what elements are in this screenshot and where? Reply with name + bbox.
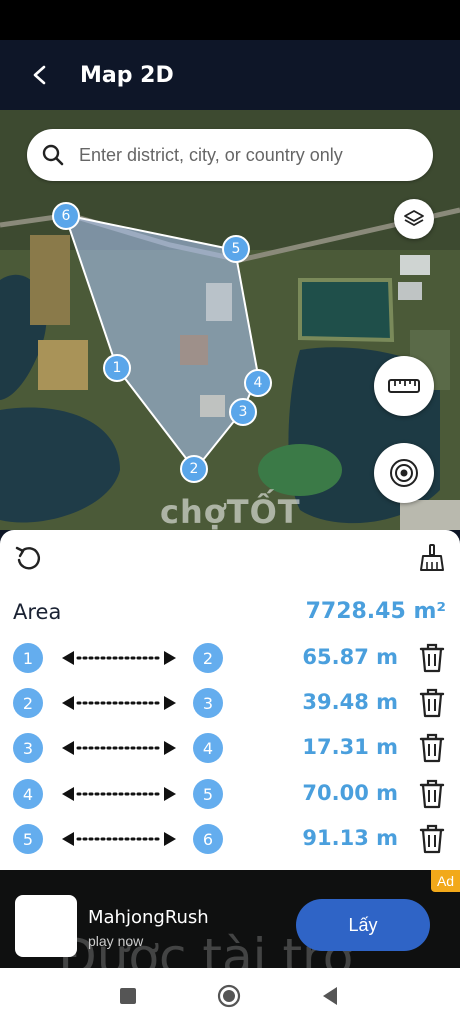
recents-button[interactable] xyxy=(114,982,142,1010)
double-arrow-icon xyxy=(62,651,176,665)
segment-distance: 65.87 m xyxy=(302,645,398,669)
vertex-label: 2 xyxy=(189,461,199,477)
layers-button[interactable] xyxy=(394,199,434,239)
vertex-label: 5 xyxy=(231,241,241,257)
app-bar: Map 2D xyxy=(0,40,460,110)
target-icon xyxy=(390,459,418,487)
segment-end-point: 4 xyxy=(193,733,223,763)
segment-start-point: 3 xyxy=(13,733,43,763)
trash-icon[interactable] xyxy=(418,732,446,764)
segment-distance: 70.00 m xyxy=(302,781,398,805)
segment-end-point: 6 xyxy=(193,824,223,854)
triangle-back-icon xyxy=(323,987,337,1005)
status-bar xyxy=(0,0,460,40)
ad-subtitle: play now xyxy=(88,933,144,949)
measure-panel: Area 7728.45 m² 1 2 65.87 m 2 3 39.48 m … xyxy=(0,530,460,870)
vertex-label: 3 xyxy=(238,404,248,420)
segment-row: 2 3 39.48 m xyxy=(0,685,460,721)
my-location-button[interactable] xyxy=(374,443,434,503)
map-vertex-4[interactable]: 4 xyxy=(244,369,272,397)
vertex-label: 6 xyxy=(61,208,71,224)
ad-app-icon[interactable] xyxy=(15,895,77,957)
segment-distance: 39.48 m xyxy=(302,690,398,714)
double-arrow-icon xyxy=(62,787,176,801)
back-button[interactable] xyxy=(0,40,80,110)
ad-install-button[interactable]: Lấy xyxy=(296,899,430,951)
segment-end-point: 2 xyxy=(193,643,223,673)
segment-end-point: 5 xyxy=(193,779,223,809)
segment-row: 1 2 65.87 m xyxy=(0,640,460,676)
search-input[interactable] xyxy=(79,144,399,166)
map-view[interactable]: 6 5 1 4 3 2 chợTỐT xyxy=(0,110,460,530)
system-nav-bar xyxy=(0,968,460,1024)
segment-start-point: 4 xyxy=(13,779,43,809)
double-arrow-icon xyxy=(62,832,176,846)
segment-distance: 91.13 m xyxy=(302,826,398,850)
map-vertex-5[interactable]: 5 xyxy=(222,235,250,263)
measure-button[interactable] xyxy=(374,356,434,416)
segment-start-point: 1 xyxy=(13,643,43,673)
ad-badge: Ad xyxy=(431,870,460,892)
search-icon xyxy=(42,144,64,166)
double-arrow-icon xyxy=(62,696,176,710)
search-bar xyxy=(27,129,433,181)
trash-icon[interactable] xyxy=(418,687,446,719)
square-icon xyxy=(120,988,136,1004)
circle-icon xyxy=(217,984,241,1008)
segment-start-point: 5 xyxy=(13,824,43,854)
ruler-icon xyxy=(388,379,420,393)
clear-all-button[interactable] xyxy=(414,540,450,576)
ad-banner[interactable]: Được tài trợ MahjongRush play now Lấy Ad xyxy=(0,870,460,968)
area-row: Area 7728.45 m² xyxy=(0,596,460,630)
trash-icon[interactable] xyxy=(418,778,446,810)
trash-icon[interactable] xyxy=(418,642,446,674)
home-button[interactable] xyxy=(215,982,243,1010)
trash-icon[interactable] xyxy=(418,823,446,855)
layers-icon xyxy=(404,210,424,226)
segment-end-point: 3 xyxy=(193,688,223,718)
segment-row: 3 4 17.31 m xyxy=(0,730,460,766)
area-label: Area xyxy=(13,600,62,624)
segment-row: 4 5 70.00 m xyxy=(0,776,460,812)
vertex-label: 1 xyxy=(112,360,122,376)
segment-row: 5 6 91.13 m xyxy=(0,821,460,857)
map-vertex-6[interactable]: 6 xyxy=(52,202,80,230)
double-arrow-icon xyxy=(62,741,176,755)
map-vertex-2[interactable]: 2 xyxy=(180,455,208,483)
undo-button[interactable] xyxy=(10,540,46,576)
undo-icon xyxy=(15,546,41,570)
panel-toolbar xyxy=(0,530,460,588)
watermark: chợTỐT xyxy=(160,493,301,530)
area-value: 7728.45 m² xyxy=(305,599,446,624)
broom-icon xyxy=(420,544,444,571)
segment-distance: 17.31 m xyxy=(302,735,398,759)
map-vertex-3[interactable]: 3 xyxy=(229,398,257,426)
map-vertex-1[interactable]: 1 xyxy=(103,354,131,382)
ad-title: MahjongRush xyxy=(88,907,209,928)
page-title: Map 2D xyxy=(80,62,174,88)
vertex-label: 4 xyxy=(253,375,263,391)
segment-start-point: 2 xyxy=(13,688,43,718)
arrow-left-icon xyxy=(33,65,46,85)
back-nav-button[interactable] xyxy=(316,982,344,1010)
